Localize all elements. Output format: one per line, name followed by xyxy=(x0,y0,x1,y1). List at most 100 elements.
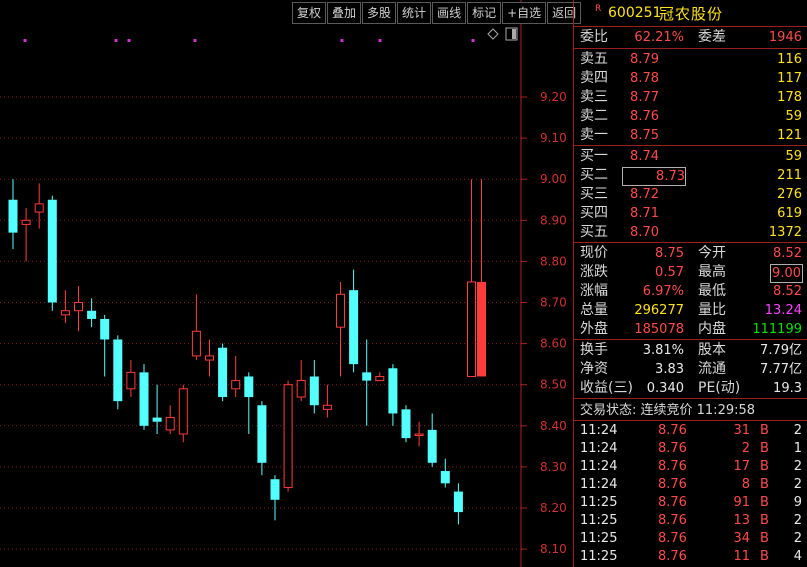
level-price: 8.72 xyxy=(630,187,659,202)
candle-body xyxy=(165,417,175,431)
stat2-row[interactable]: 收益(三) 0.340 PE(动) 19.3 xyxy=(574,379,807,398)
stat-row[interactable]: 现价 8.75 今开 8.52 xyxy=(574,244,807,263)
tick-volume: 2 xyxy=(741,441,750,456)
level-price: 8.78 xyxy=(630,71,659,86)
sell-level-row[interactable]: 卖二 8.76 59 xyxy=(574,107,807,126)
stat-row[interactable]: 外盘 185078 内盘 111199 xyxy=(574,320,807,339)
buy-level-row[interactable]: 买二 8.73 211 xyxy=(574,166,807,186)
stat-label: PE(动) xyxy=(698,380,741,396)
signal-marker xyxy=(127,39,131,42)
candle-body xyxy=(440,471,450,484)
trade-status-row: 交易状态: 连续竞价 11:29:58 xyxy=(574,401,807,420)
level-label: 买一 xyxy=(580,148,608,164)
stat-value: 3.81% xyxy=(642,343,684,358)
signal-marker xyxy=(23,39,27,42)
level-volume: 619 xyxy=(777,206,802,221)
weibi-value: 62.21% xyxy=(634,30,684,45)
buy-level-row[interactable]: 买五 8.70 1372 xyxy=(574,223,807,242)
stat-value: 0.340 xyxy=(646,381,684,396)
candle-body xyxy=(231,380,241,390)
candle-body xyxy=(8,199,18,233)
stat2-row[interactable]: 换手 3.81% 股本 7.79亿 xyxy=(574,341,807,360)
tick-volume: 34 xyxy=(733,531,750,546)
tick-row[interactable]: 11:24 8.76 31 B 2 xyxy=(574,421,807,440)
buy-level-row[interactable]: 买三 8.72 276 xyxy=(574,185,807,204)
tick-time: 11:24 xyxy=(580,441,618,456)
stat-label: 收益(三) xyxy=(580,380,633,396)
level-label: 买二 xyxy=(580,167,608,183)
y-tick-label: 8.90 xyxy=(540,213,567,227)
level-label: 卖二 xyxy=(580,108,608,124)
level-label: 卖四 xyxy=(580,70,608,86)
tick-row[interactable]: 11:25 8.76 34 B 2 xyxy=(574,529,807,548)
y-tick-label: 8.50 xyxy=(540,378,567,392)
stock-name: 冠农股份 xyxy=(659,5,724,23)
level-volume: 276 xyxy=(777,187,802,202)
tick-volume: 31 xyxy=(733,423,750,438)
candle-body xyxy=(414,433,424,437)
candle-body xyxy=(283,384,293,488)
sell-level-row[interactable]: 卖一 8.75 121 xyxy=(574,126,807,145)
buy-level-row[interactable]: 买四 8.71 619 xyxy=(574,204,807,223)
toolbar-biaoji-button[interactable]: 标记 xyxy=(467,2,502,24)
toolbar-huaxian-button[interactable]: 画线 xyxy=(432,2,467,24)
tick-row[interactable]: 11:25 8.76 11 B 4 xyxy=(574,547,807,566)
sell-level-row[interactable]: 卖四 8.78 117 xyxy=(574,69,807,88)
stat-row[interactable]: 涨跌 0.57 最高 9.00 xyxy=(574,263,807,283)
tick-price: 8.76 xyxy=(658,477,687,492)
tick-side: B xyxy=(760,513,769,528)
weibi-label: 委比 xyxy=(580,29,608,45)
stat-label: 总量 xyxy=(580,302,608,318)
level-label: 买四 xyxy=(580,205,608,221)
stat-label: 净资 xyxy=(580,361,608,377)
toolbar-fuquan-button[interactable]: 复权 xyxy=(292,2,327,24)
tick-row[interactable]: 11:24 8.76 2 B 1 xyxy=(574,439,807,458)
candle-body xyxy=(427,429,437,463)
y-tick-label: 9.10 xyxy=(540,131,567,145)
signal-marker xyxy=(340,39,344,42)
stat2-row[interactable]: 净资 3.83 流通 7.77亿 xyxy=(574,360,807,379)
toolbar-diejia-button[interactable]: 叠加 xyxy=(327,2,362,24)
tick-side: B xyxy=(760,477,769,492)
stat-row[interactable]: 涨幅 6.97% 最低 8.52 xyxy=(574,282,807,301)
stock-title[interactable]: R 600251 冠农股份 xyxy=(574,0,807,27)
stat-label: 股本 xyxy=(698,342,726,358)
candle-body xyxy=(152,417,162,422)
level-price: 8.77 xyxy=(630,90,659,105)
tick-count: 1 xyxy=(793,441,802,456)
tick-side: B xyxy=(760,459,769,474)
y-tick-label: 8.70 xyxy=(540,296,567,310)
tick-side: B xyxy=(760,423,769,438)
toolbar-duogu-button[interactable]: 多股 xyxy=(362,2,397,24)
toolbar-add-watchlist-button[interactable]: +自选 xyxy=(502,2,547,24)
candle-body xyxy=(467,281,476,377)
level-volume: 59 xyxy=(785,149,802,164)
candle-body xyxy=(47,199,57,303)
sell-level-row[interactable]: 卖三 8.77 178 xyxy=(574,88,807,107)
stat-value: 8.52 xyxy=(773,284,802,299)
sell-level-row[interactable]: 卖五 8.79 116 xyxy=(574,50,807,69)
tick-time: 11:25 xyxy=(580,549,618,564)
level-volume: 178 xyxy=(777,90,802,105)
candle-body xyxy=(113,339,123,402)
stat-label: 最高 xyxy=(698,264,726,280)
candle-body xyxy=(74,302,83,312)
tick-side: B xyxy=(760,549,769,564)
level-price: 8.79 xyxy=(630,52,659,67)
candle-body xyxy=(336,293,345,328)
tick-row[interactable]: 11:24 8.76 8 B 2 xyxy=(574,475,807,494)
tick-side: B xyxy=(760,495,769,510)
tick-row[interactable]: 11:25 8.76 91 B 9 xyxy=(574,493,807,512)
tick-row[interactable]: 11:25 8.76 13 B 2 xyxy=(574,511,807,530)
diamond-icon xyxy=(487,28,499,40)
tick-row[interactable]: 11:24 8.76 17 B 2 xyxy=(574,457,807,476)
level-volume: 117 xyxy=(777,71,802,86)
stat-label: 内盘 xyxy=(698,321,726,337)
tick-price: 8.76 xyxy=(658,513,687,528)
candlestick-chart[interactable]: 9.20 9.10 9.00 8.90 8.80 8.70 8.60 8.50 8.40 8.30… xyxy=(0,0,573,567)
buy-level-row[interactable]: 买一 8.74 59 xyxy=(574,147,807,166)
stat-label: 涨幅 xyxy=(580,283,608,299)
stat-row[interactable]: 总量 296277 量比 13.24 xyxy=(574,301,807,320)
level-volume: 116 xyxy=(777,52,802,67)
toolbar-tongji-button[interactable]: 统计 xyxy=(397,2,432,24)
